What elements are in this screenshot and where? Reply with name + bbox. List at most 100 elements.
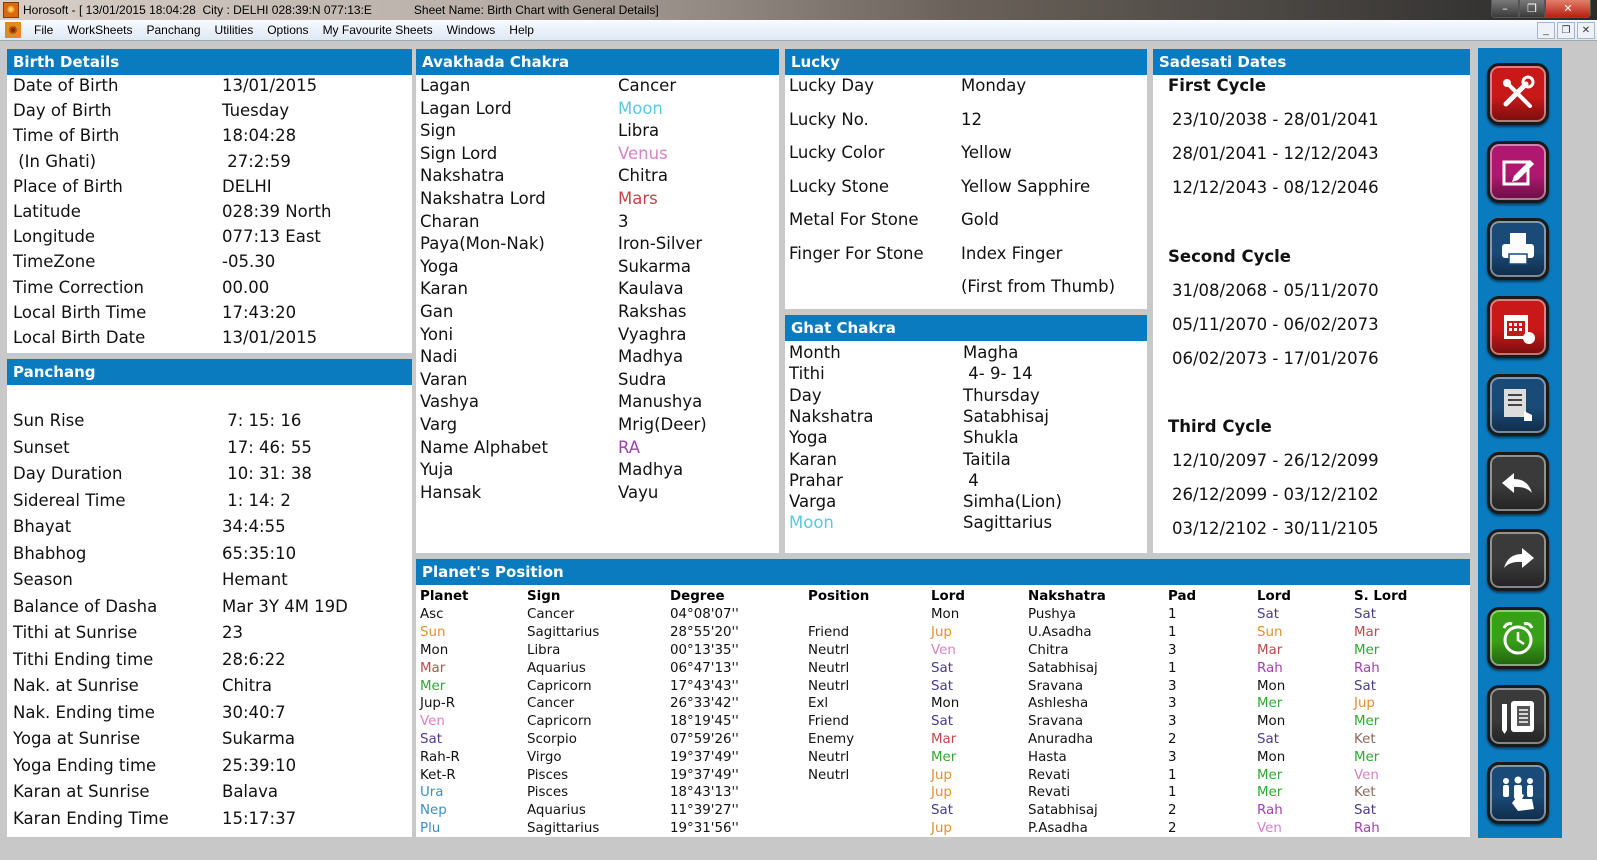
nakshatra-cell: P.Asadha bbox=[1028, 820, 1088, 836]
mdi-minimize-button[interactable]: _ bbox=[1537, 22, 1555, 39]
label: Balance of Dasha bbox=[13, 596, 158, 616]
position-cell: Neutrl bbox=[808, 642, 850, 658]
planet-cell: Plu bbox=[420, 820, 441, 836]
sign-cell: Cancer bbox=[527, 607, 575, 623]
alarm-button[interactable] bbox=[1487, 606, 1549, 669]
birth-details-panel: Birth Details Date of Birth 13/01/2015 Day… bbox=[7, 49, 412, 353]
nakshatra-cell: Satabhisaj bbox=[1028, 803, 1098, 819]
sheet-select-button[interactable] bbox=[1487, 373, 1549, 436]
lord-cell: Jup bbox=[931, 767, 952, 783]
value: Shukla bbox=[963, 428, 1019, 448]
menu-windows[interactable]: Windows bbox=[440, 23, 503, 37]
sub-lord-cell: Ket bbox=[1354, 785, 1376, 801]
menu-utilities[interactable]: Utilities bbox=[208, 23, 261, 37]
column-header: Nakshatra bbox=[1028, 589, 1106, 604]
menu-file[interactable]: File bbox=[27, 23, 60, 37]
value: 65:35:10 bbox=[222, 543, 297, 563]
nakshatra-cell: Sravana bbox=[1028, 714, 1084, 730]
label: Charan bbox=[420, 211, 480, 231]
edit-button[interactable] bbox=[1487, 140, 1549, 203]
value: 10: 31: 38 bbox=[222, 464, 312, 483]
nakshatra-lord-cell: Mon bbox=[1257, 749, 1286, 765]
value: Yellow bbox=[961, 143, 1012, 162]
lord-cell: Mon bbox=[931, 607, 960, 623]
planet-row: Asc Cancer 04°08'07'' Mon Pushya 1 Sat Sat bbox=[416, 606, 1454, 624]
position-cell: Enemy bbox=[808, 731, 855, 747]
lord-cell: Sat bbox=[931, 803, 953, 819]
print-button[interactable] bbox=[1487, 218, 1549, 281]
label: Hansak bbox=[420, 482, 482, 502]
label: Month bbox=[789, 343, 841, 362]
title-bar: ✺ Horosoft - [ 13/01/2015 18:04:28 City … bbox=[0, 0, 1597, 20]
sign-cell: Sagittarius bbox=[527, 625, 600, 641]
sub-lord-cell: Rah bbox=[1354, 660, 1380, 676]
mdi-restore-button[interactable]: ❐ bbox=[1557, 22, 1575, 39]
window-title: Horosoft - [ 13/01/2015 18:04:28 City : … bbox=[23, 3, 372, 17]
sadesati-panel: Sadesati Dates First Cycle 23/10/2038 - 2… bbox=[1153, 49, 1470, 553]
calendar-button[interactable] bbox=[1487, 296, 1549, 359]
planet-row: Nep Aquarius 11°39'27'' Sat Satabhisaj 2 Rah Sa… bbox=[416, 802, 1454, 820]
value: RA bbox=[618, 437, 641, 457]
maximize-button[interactable]: ❐ bbox=[1519, 0, 1545, 18]
pad-cell: 2 bbox=[1168, 731, 1177, 747]
menu-worksheets[interactable]: WorkSheets bbox=[60, 23, 139, 37]
degree-cell: 19°31'56'' bbox=[670, 820, 739, 836]
label: Longitude bbox=[13, 227, 96, 247]
pad-cell: 3 bbox=[1168, 749, 1177, 765]
planets-position-title: Planet's Position bbox=[416, 559, 1470, 585]
lord-cell: Mer bbox=[931, 749, 957, 765]
mdi-close-button[interactable]: ✕ bbox=[1577, 22, 1595, 39]
value: Cancer bbox=[618, 76, 677, 95]
ghat-chakra-panel: Ghat Chakra Month Magha Tithi 4- 9- 14 Day T… bbox=[785, 315, 1147, 553]
menu-my-favourite-sheets[interactable]: My Favourite Sheets bbox=[316, 23, 440, 37]
label: Karan at Sunrise bbox=[13, 782, 150, 801]
value: 30:40:7 bbox=[222, 702, 286, 722]
value: 1: 14: 2 bbox=[222, 490, 291, 510]
label: Karan Ending Time bbox=[13, 808, 169, 828]
planets-table: Planet Sign Degree Position Lord Nakshatra Pad… bbox=[416, 587, 1454, 837]
label: Yuja bbox=[420, 460, 454, 480]
sub-lord-cell: Mer bbox=[1354, 749, 1380, 765]
panchang-panel: Panchang Sun Rise 7: 15: 16 Sunset 17: 46… bbox=[7, 359, 412, 837]
wrench-screwdriver-icon bbox=[1498, 74, 1538, 114]
pad-cell: 1 bbox=[1168, 607, 1177, 623]
menu-help[interactable]: Help bbox=[502, 23, 541, 37]
planet-cell: Sat bbox=[420, 731, 442, 747]
label: Sunset bbox=[13, 437, 70, 457]
label: Lagan bbox=[420, 76, 471, 95]
alarm-clock-icon bbox=[1498, 618, 1538, 658]
label: Sign Lord bbox=[420, 143, 498, 163]
menu-options[interactable]: Options bbox=[260, 23, 315, 37]
nakshatra-lord-cell: Mer bbox=[1257, 767, 1283, 783]
pad-cell: 2 bbox=[1168, 803, 1177, 819]
nakshatra-lord-cell: Mer bbox=[1257, 696, 1283, 712]
lord-cell: Sat bbox=[931, 678, 953, 694]
sadesati-date-range: 31/08/2068 - 05/11/2070 bbox=[1172, 280, 1379, 300]
value: Index Finger bbox=[961, 243, 1063, 263]
pad-cell: 1 bbox=[1168, 767, 1177, 783]
degree-cell: 18°19'45'' bbox=[670, 714, 739, 730]
forward-button[interactable] bbox=[1487, 529, 1549, 592]
degree-cell: 19°37'49'' bbox=[670, 767, 739, 783]
sub-lord-cell: Rah bbox=[1354, 820, 1380, 836]
sub-lord-cell: Mer bbox=[1354, 642, 1380, 658]
label: Date of Birth bbox=[13, 76, 119, 95]
degree-cell: 07°59'26'' bbox=[670, 731, 739, 747]
tools-button[interactable] bbox=[1487, 63, 1549, 125]
document-icon[interactable]: ✺ bbox=[5, 22, 21, 38]
degree-cell: 28°55'20'' bbox=[670, 625, 739, 641]
back-button[interactable] bbox=[1487, 451, 1549, 514]
planet-row: Rah-R Virgo 19°37'49'' Neutrl Mer Hasta 3 Mon Me… bbox=[416, 748, 1454, 766]
degree-cell: 11°39'27'' bbox=[670, 803, 739, 819]
group-select-button[interactable] bbox=[1487, 762, 1549, 825]
position-cell bbox=[808, 784, 931, 802]
label: Varg bbox=[420, 415, 458, 434]
value: Taitila bbox=[963, 449, 1011, 469]
menu-panchang[interactable]: Panchang bbox=[139, 23, 207, 37]
notebook-button[interactable] bbox=[1487, 684, 1549, 747]
minimize-button[interactable]: – bbox=[1491, 0, 1519, 18]
pad-cell: 1 bbox=[1168, 660, 1177, 676]
close-button[interactable]: ✕ bbox=[1545, 0, 1591, 18]
lord-cell: Sat bbox=[931, 660, 953, 676]
planet-cell: Sun bbox=[420, 625, 446, 641]
